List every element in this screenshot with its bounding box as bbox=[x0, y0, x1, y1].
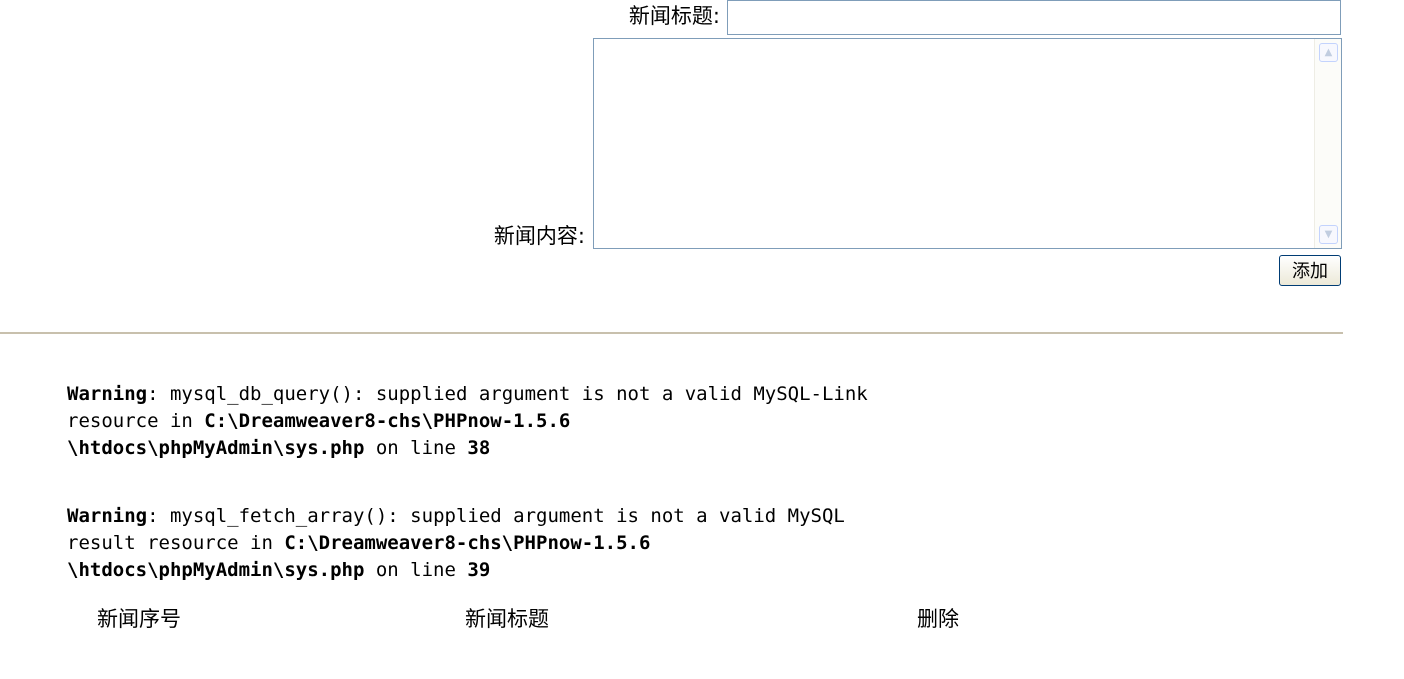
arrow-down-icon[interactable]: ▼ bbox=[1319, 225, 1338, 244]
news-content-textarea[interactable]: ▲ ▼ bbox=[593, 38, 1342, 249]
horizontal-divider bbox=[0, 332, 1343, 334]
warning-label: Warning bbox=[67, 505, 148, 527]
news-title-input[interactable] bbox=[727, 0, 1341, 35]
warning-file-path-cont: \htdocs\phpMyAdmin\sys.php bbox=[67, 437, 365, 459]
warning-file-path-cont: \htdocs\phpMyAdmin\sys.php bbox=[67, 559, 365, 581]
warning-message-cont: result resource in bbox=[67, 532, 285, 554]
warning-message: mysql_db_query(): supplied argument is n… bbox=[169, 383, 868, 405]
news-content-label: 新闻内容: bbox=[493, 224, 585, 248]
php-warning: Warning: mysql_fetch_array(): supplied a… bbox=[67, 503, 1067, 584]
textarea-scrollbar[interactable]: ▲ ▼ bbox=[1314, 39, 1341, 248]
news-title-label: 新闻标题: bbox=[628, 4, 720, 28]
warning-line-text: on line bbox=[364, 559, 468, 581]
warning-message-cont: resource in bbox=[67, 410, 205, 432]
php-warning: Warning: mysql_db_query(): supplied argu… bbox=[67, 381, 1067, 462]
warning-line-number: 39 bbox=[467, 559, 491, 581]
warning-label: Warning bbox=[67, 383, 148, 405]
warning-file-path: C:\Dreamweaver8-chs\PHPnow-1.5.6 bbox=[284, 532, 651, 554]
warning-line-text: on line bbox=[364, 437, 468, 459]
table-header-news-id: 新闻序号 bbox=[97, 607, 181, 631]
table-header-news-title: 新闻标题 bbox=[465, 607, 549, 631]
table-header-delete: 删除 bbox=[917, 607, 959, 631]
arrow-up-icon[interactable]: ▲ bbox=[1319, 43, 1338, 62]
warning-message: mysql_fetch_array(): supplied argument i… bbox=[169, 505, 845, 527]
warning-file-path: C:\Dreamweaver8-chs\PHPnow-1.5.6 bbox=[204, 410, 571, 432]
warning-separator: : bbox=[147, 383, 170, 405]
add-button[interactable]: 添加 bbox=[1279, 255, 1341, 286]
warning-line-number: 38 bbox=[467, 437, 491, 459]
warning-separator: : bbox=[147, 505, 170, 527]
